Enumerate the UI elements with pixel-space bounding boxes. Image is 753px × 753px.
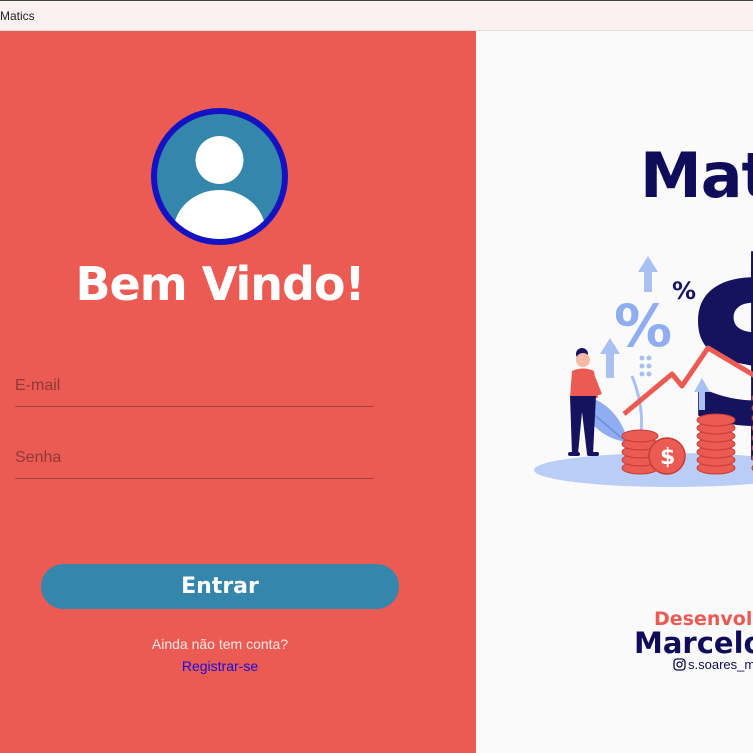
brand-title: Matics xyxy=(640,139,753,212)
svg-text:%: % xyxy=(614,292,672,360)
window-title: Matics xyxy=(0,9,35,23)
register-link[interactable]: Registrar-se xyxy=(0,658,440,674)
instagram-contact[interactable]: s.soares_m xyxy=(673,657,753,672)
instagram-icon xyxy=(673,658,686,671)
password-field[interactable] xyxy=(15,438,374,479)
password-input[interactable] xyxy=(15,438,374,478)
brand-panel: Matics $ % % xyxy=(476,31,753,753)
developer-name: Marcelo Soares xyxy=(634,626,753,660)
email-field[interactable] xyxy=(15,366,374,407)
login-panel: Bem Vindo! Entrar Ainda não tem conta? R… xyxy=(0,31,476,753)
user-avatar-icon xyxy=(151,108,288,245)
login-button[interactable]: Entrar xyxy=(41,564,399,609)
email-input[interactable] xyxy=(15,366,374,406)
svg-text:$: $ xyxy=(660,445,675,470)
instagram-handle: s.soares_m xyxy=(688,657,753,672)
window-titlebar: Matics xyxy=(0,0,753,31)
finance-illustration: $ % % $ xyxy=(534,246,753,487)
no-account-text: Ainda não tem conta? xyxy=(151,636,289,652)
svg-text:%: % xyxy=(672,277,696,305)
welcome-heading: Bem Vindo! xyxy=(75,257,365,311)
